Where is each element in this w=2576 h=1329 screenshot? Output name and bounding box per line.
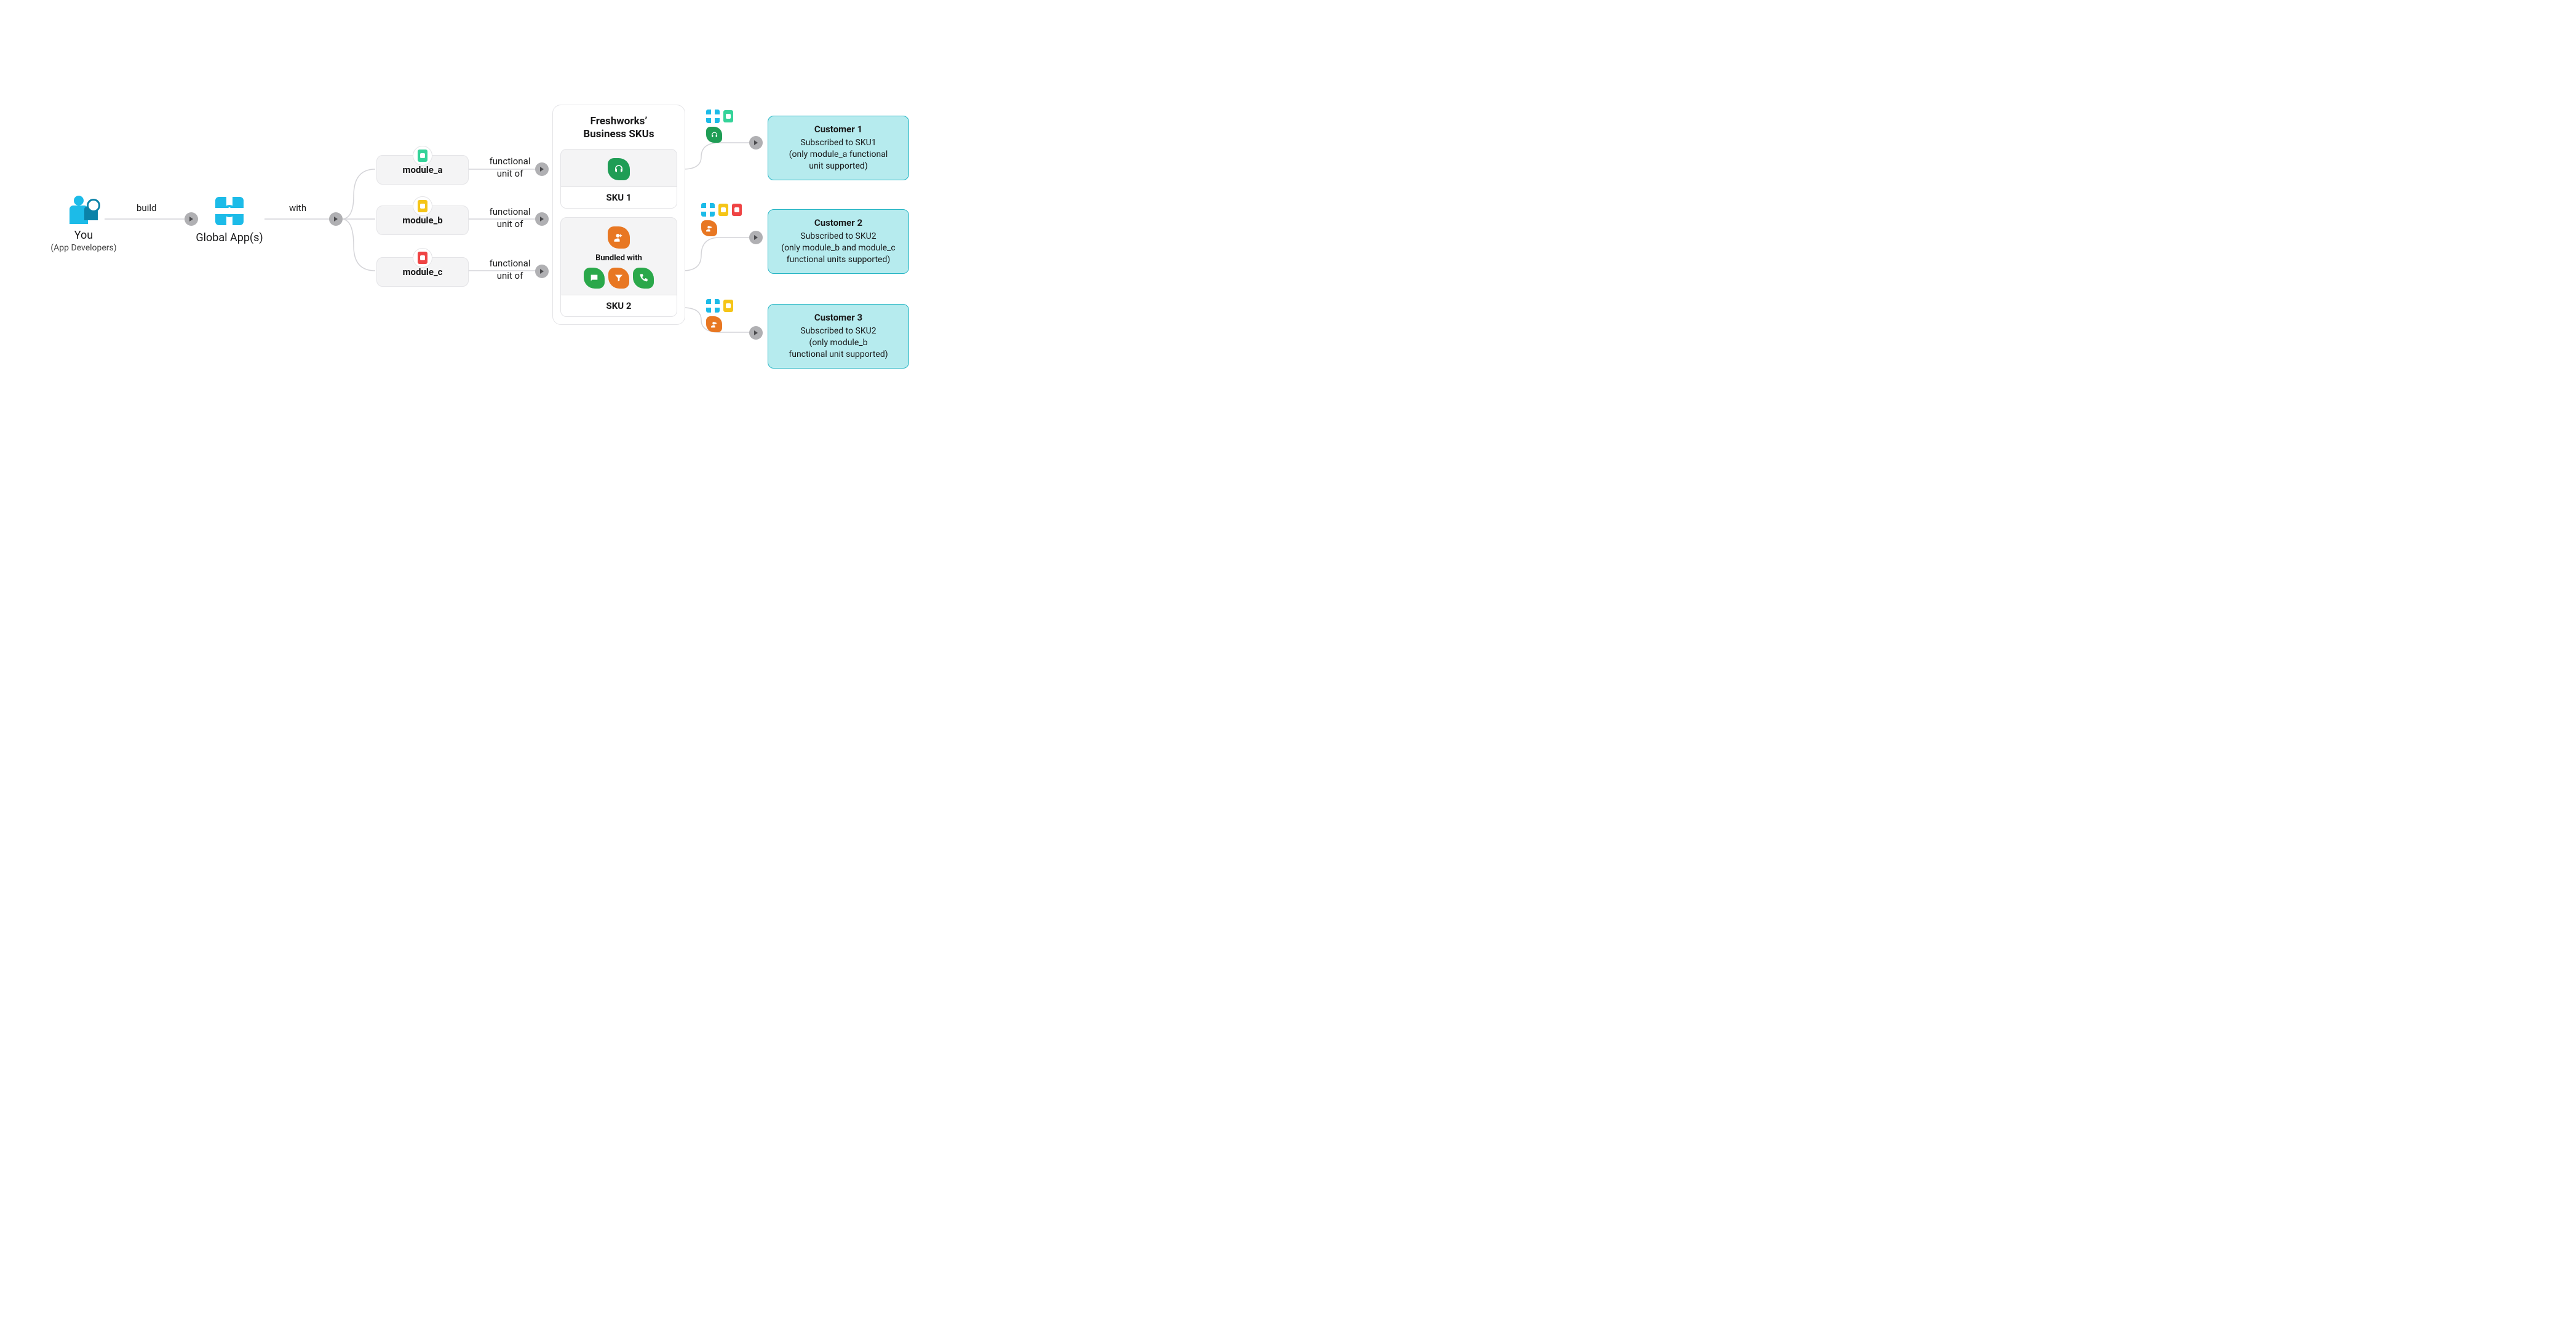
module-a-label: module_a [402, 164, 442, 175]
module-a-card: module_a [376, 155, 469, 185]
global-app-icon: + [215, 197, 244, 225]
module-b-chip-icon [718, 204, 728, 216]
sku-group: Freshworks’Business SKUs SKU 1 Bundled w… [552, 105, 685, 325]
arrow-icon [749, 136, 763, 150]
global-app-label: Global App(s) [174, 231, 285, 244]
person-plus-icon [608, 226, 630, 249]
puzzle-icon [706, 110, 720, 123]
sku-group-title: Freshworks’Business SKUs [560, 115, 677, 142]
you-subtitle: (App Developers) [28, 243, 139, 253]
sku2-label: SKU 2 [561, 295, 677, 316]
funnel-icon [608, 268, 629, 289]
customer3-line2: (only module_b [778, 337, 899, 349]
person-plus-icon [706, 316, 722, 332]
customer2-icons [701, 203, 742, 236]
module-a-icon [413, 146, 432, 166]
edge-label-build: build [137, 202, 156, 214]
person-plus-icon [701, 220, 717, 236]
module-c-label: module_c [403, 266, 443, 277]
edge-label-with: with [289, 202, 306, 214]
customer1-icons [706, 110, 733, 143]
module-b-icon [413, 196, 432, 216]
module-b-chip-icon [723, 300, 733, 312]
module-c-icon [413, 248, 432, 268]
module-c-card: module_c [376, 257, 469, 287]
arrow-icon [329, 212, 343, 226]
customer3-box: Customer 3 Subscribed to SKU2 (only modu… [768, 304, 909, 369]
edge-label-functional-b: functionalunit of [482, 206, 538, 231]
customer3-line1: Subscribed to SKU2 [778, 325, 899, 337]
edge-label-functional-a: functionalunit of [482, 155, 538, 180]
phone-icon [633, 268, 654, 289]
customer2-line1: Subscribed to SKU2 [778, 231, 899, 242]
customer3-icons [706, 299, 733, 332]
customer2-line2: (only module_b and module_c [778, 242, 899, 254]
arrow-icon [749, 231, 763, 244]
customer3-line3: functional unit supported) [778, 349, 899, 361]
headset-icon [608, 158, 630, 180]
you-caption: You (App Developers) [28, 229, 139, 253]
customer3-title: Customer 3 [778, 312, 899, 323]
customer2-title: Customer 2 [778, 217, 899, 228]
global-app-caption: Global App(s) [174, 231, 285, 244]
sku2-card: Bundled with SKU 2 [560, 217, 677, 317]
module-c-chip-icon [732, 204, 742, 216]
module-b-card: module_b [376, 206, 469, 235]
you-icon [70, 196, 98, 224]
module-b-label: module_b [402, 215, 443, 226]
edge-label-functional-c: functionalunit of [482, 257, 538, 282]
arrow-icon [749, 326, 763, 340]
customer1-line1: Subscribed to SKU1 [778, 137, 899, 149]
customer1-title: Customer 1 [778, 124, 899, 135]
puzzle-icon [701, 203, 715, 217]
customer1-box: Customer 1 Subscribed to SKU1 (only modu… [768, 116, 909, 180]
sku1-label: SKU 1 [561, 186, 677, 208]
chat-icon [584, 268, 605, 289]
puzzle-icon [706, 299, 720, 313]
you-title: You [28, 229, 139, 242]
arrow-icon [185, 212, 198, 226]
headset-icon [706, 127, 722, 143]
module-a-chip-icon [723, 110, 733, 122]
arrow-icon [535, 265, 549, 278]
bundled-label: Bundled with [595, 253, 642, 263]
customer2-box: Customer 2 Subscribed to SKU2 (only modu… [768, 209, 909, 274]
customer1-line3: unit supported) [778, 161, 899, 172]
arrow-icon [535, 212, 549, 226]
arrow-icon [535, 162, 549, 176]
customer2-line3: functional units supported) [778, 254, 899, 266]
customer1-line2: (only module_a functional [778, 149, 899, 161]
sku1-card: SKU 1 [560, 149, 677, 209]
